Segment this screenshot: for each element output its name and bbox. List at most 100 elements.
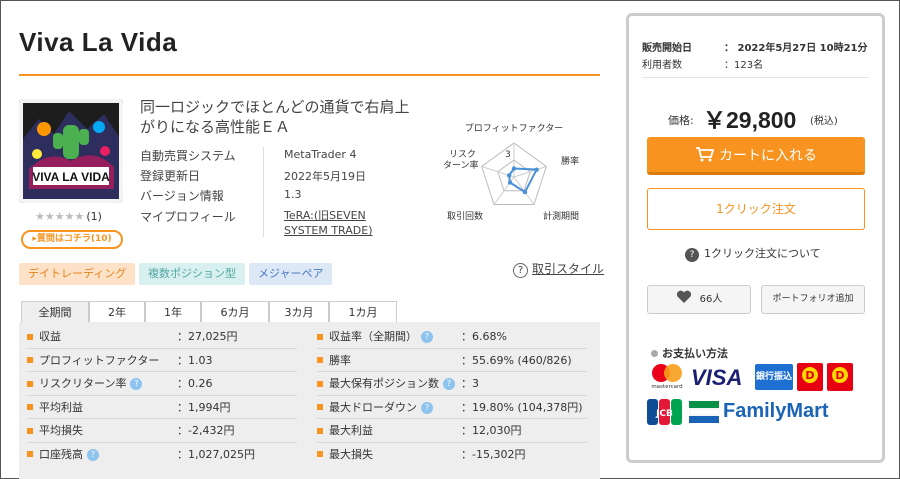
price: ￥29,800 — [703, 107, 797, 133]
bullet-icon — [317, 404, 323, 410]
daily-logo: D — [827, 363, 853, 391]
radar-point — [522, 189, 528, 195]
stat-label: 最大ドローダウン? — [309, 396, 433, 419]
bullet-icon — [317, 357, 323, 363]
stat-row: プロフィットファクター ：1.03 — [19, 349, 309, 372]
tag-multi-position[interactable]: 複数ポジション型 — [139, 263, 245, 285]
radar-point — [507, 180, 513, 185]
stat-row: 収益率（全期間）? ：6.68% — [309, 325, 599, 348]
add-portfolio-button[interactable]: ポートフォリオ追加 — [761, 285, 865, 314]
help-icon[interactable]: ? — [130, 378, 143, 390]
stat-value-text: 55.69% (460/826) — [472, 353, 572, 367]
stat-label-text: 最大保有ポジション数 — [329, 377, 439, 390]
profile-link[interactable]: TeRA:(旧SEVEN SYSTEM TRADE) — [284, 208, 394, 238]
stat-label-text: リスクリターン率 — [39, 377, 127, 390]
stat-value: ：55.69% (460/826) — [461, 353, 572, 367]
price-label: 価格: — [668, 114, 694, 127]
product-thumbnail[interactable]: VIVA LA VIDA — [19, 99, 123, 203]
stat-label-text: 最大ドローダウン — [329, 400, 417, 414]
bullet-icon — [27, 380, 33, 387]
stat-label-text: 最大利益 — [329, 424, 373, 437]
add-to-cart-label: カートに入れる — [719, 148, 817, 164]
stat-row: 平均利益 ：1,994円 — [19, 396, 309, 419]
mastercard-logo: mastercard — [647, 363, 687, 390]
divider — [642, 77, 869, 78]
info-divider — [263, 147, 264, 237]
trade-style-label: 取引スタイル — [532, 262, 605, 276]
bullet-icon — [317, 451, 323, 457]
about-one-click-link[interactable]: ? 1クリック注文について — [685, 245, 821, 262]
tab-2y[interactable]: 2年 — [89, 301, 145, 322]
tag-daytrading[interactable]: デイトレーディング — [19, 263, 136, 285]
jcb-logo: JCB — [647, 399, 683, 425]
stat-row: 口座残高? ：1,027,025円 — [19, 443, 309, 466]
stat-value: ：3 — [461, 377, 479, 390]
stat-label-text: プロフィットファクター — [39, 353, 160, 367]
radar-label-risk-1: リスク — [449, 149, 476, 160]
tab-6m[interactable]: 6カ月 — [201, 301, 269, 322]
bank-transfer-logo: 銀行振込 — [755, 364, 793, 390]
add-to-cart-button[interactable]: カートに入れる — [647, 137, 865, 175]
help-icon[interactable]: ? — [421, 331, 433, 343]
tab-all[interactable]: 全期間 — [21, 301, 89, 323]
cart-icon — [696, 147, 715, 162]
stat-row: 最大ドローダウン? ：19.80% (104,378円) — [309, 396, 599, 419]
users-value: ：123名 — [724, 56, 763, 71]
product-title: Viva La Vida — [19, 27, 178, 57]
tab-3m[interactable]: 3カ月 — [269, 301, 329, 322]
tag-major-pair[interactable]: メジャーペア — [249, 263, 333, 285]
radar-point — [511, 166, 517, 171]
favorite-count: 66人 — [699, 294, 723, 305]
radar-point — [506, 173, 512, 178]
stat-label-text: 勝率 — [329, 353, 351, 367]
one-click-order-button[interactable]: 1クリック注文 — [647, 188, 865, 230]
stat-value: ：1,027,025円 — [177, 447, 255, 461]
colon: ： — [724, 60, 734, 71]
docomo-logo: D — [797, 363, 823, 391]
info-value-updated: 2022年5月19日 — [284, 170, 366, 183]
radar-label-risk-2: ターン率 — [443, 159, 479, 171]
mastercard-text: mastercard — [651, 384, 682, 389]
familymart-logo: FamilyMart — [723, 400, 829, 422]
sale-start-date: 2022年5月27日 10時21分 — [737, 43, 868, 54]
stat-value-text: 1,027,025円 — [188, 447, 255, 461]
price-tax: (税込) — [810, 116, 838, 127]
payment-title-label: お支払い方法 — [662, 347, 728, 360]
info-label-system: 自動売買システム — [140, 149, 236, 163]
tab-1m[interactable]: 1カ月 — [329, 301, 397, 322]
stat-value: ：12,030円 — [461, 424, 522, 437]
stat-label: 平均利益 — [19, 396, 83, 419]
stat-row: リスクリターン率? ：0.26 — [19, 372, 309, 395]
tab-1y[interactable]: 1年 — [145, 301, 201, 322]
stat-value: ：27,025円 — [177, 330, 238, 343]
bullet-icon — [317, 427, 323, 434]
bullet-icon — [27, 451, 33, 457]
help-icon[interactable]: ? — [421, 401, 433, 414]
stats-right-column: 収益率（全期間）? ：6.68% 勝率 ：55.69% (460/826) 最大保有ポジ… — [309, 325, 599, 475]
stat-label: 口座残高? — [19, 443, 99, 466]
radar-point — [534, 167, 539, 172]
thumb-text: VIVA LA VIDA — [32, 170, 110, 184]
stat-row: 勝率 ：55.69% (460/826) — [309, 349, 599, 372]
stat-row: 平均損失 ：-2,432円 — [19, 419, 309, 442]
help-icon[interactable]: ? — [87, 448, 99, 461]
radar-chart: プロフィットファクター 勝率 計測期間 取引回数 リスク ターン率 3 — [421, 119, 601, 229]
stat-value: ：1.03 — [177, 353, 213, 367]
stat-value: ：1,994円 — [177, 400, 231, 414]
bullet-dot — [651, 350, 658, 357]
stat-value-text: 3 — [472, 377, 479, 390]
jcb-text: JCB — [655, 409, 673, 419]
familymart-icon — [688, 401, 720, 423]
stat-row: 最大損失 ：-15,302円 — [309, 443, 599, 466]
stat-row: 収益 ：27,025円 — [19, 325, 309, 348]
stat-label: 最大利益 — [309, 419, 373, 442]
help-icon[interactable]: ? — [443, 378, 455, 390]
stats-left-column: 収益 ：27,025円プロフィットファクター ：1.03 リスクリターン率? ：0.26… — [19, 325, 309, 475]
users-count: 123名 — [734, 60, 764, 71]
trade-style-link[interactable]: ? 取引スタイル — [513, 260, 604, 278]
favorite-button[interactable]: 66人 — [647, 285, 751, 314]
qa-button[interactable]: ▸質問はコチラ(10) — [21, 230, 123, 249]
radar-label-pf: プロフィットファクター — [465, 123, 563, 134]
stat-value: ：-15,302円 — [461, 447, 526, 461]
stat-label: 平均損失 — [19, 419, 83, 442]
